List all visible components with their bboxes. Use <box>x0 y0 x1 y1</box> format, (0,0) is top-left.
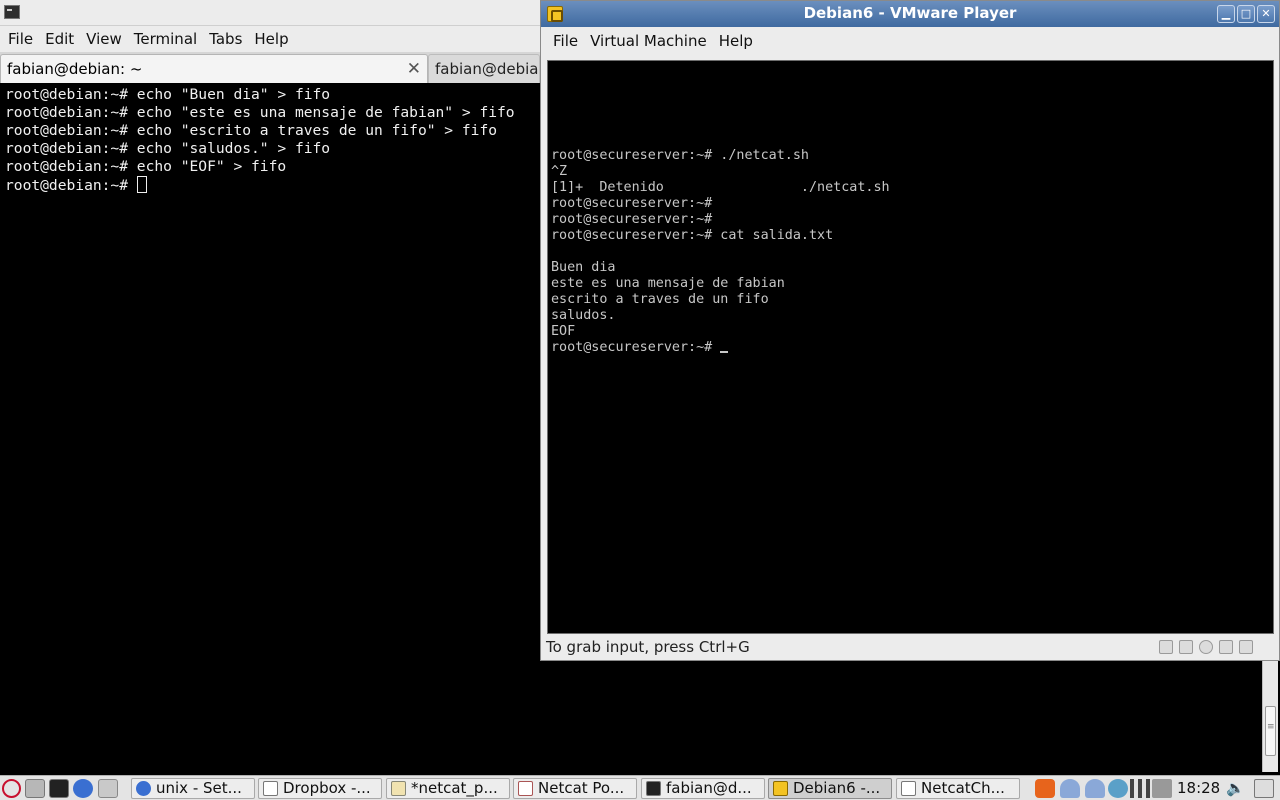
task-label: *netcat_p... <box>411 779 498 797</box>
taskbar-item-debian6[interactable]: Debian6 -... <box>768 778 892 799</box>
clock[interactable]: 18:28 <box>1177 776 1220 800</box>
user-icon[interactable] <box>1060 779 1080 798</box>
terminal-line: root@debian:~# echo "saludos." > fifo <box>5 140 331 157</box>
terminal-line: root@debian:~# echo "Buen dia" > fifo <box>5 86 331 103</box>
menu-virtual-machine[interactable]: Virtual Machine <box>584 29 713 53</box>
close-button[interactable]: ✕ <box>1257 5 1275 23</box>
console-line: root@secureserver:~# <box>551 212 713 227</box>
taskbar-item-netcat-po[interactable]: Netcat Po... <box>513 778 637 799</box>
minimize-button[interactable]: ▁ <box>1217 5 1235 23</box>
console-line: root@secureserver:~# cat salida.txt <box>551 228 834 243</box>
console-line: Buen dia <box>551 260 616 275</box>
user-icon[interactable] <box>1085 779 1105 798</box>
terminal-scrollbar[interactable] <box>1262 660 1278 772</box>
vm-console-output: root@secureserver:~# ./netcat.sh ^Z [1]+ D… <box>551 148 890 356</box>
dropbox-icon[interactable] <box>1108 779 1128 798</box>
menu-file[interactable]: File <box>547 29 584 53</box>
debian-menu-icon[interactable] <box>2 779 21 798</box>
floppy-icon[interactable] <box>1179 640 1193 654</box>
terminal-menubar: File Edit View Terminal Tabs Help <box>0 26 540 52</box>
browser-icon[interactable] <box>73 779 93 798</box>
console-prompt-line: root@secureserver:~# <box>551 340 890 356</box>
text-cursor <box>720 351 729 353</box>
task-label: unix - Set... <box>156 779 242 797</box>
menu-terminal[interactable]: Terminal <box>128 27 203 51</box>
close-icon[interactable]: ✕ <box>407 55 421 83</box>
console-line: ^Z <box>551 164 568 179</box>
taskbar-item-netcat-edit[interactable]: *netcat_p... <box>386 778 510 799</box>
terminal-prompt: root@debian:~# <box>5 177 137 194</box>
terminal-line: root@debian:~# echo "EOF" > fifo <box>5 158 287 175</box>
console-line: root@secureserver:~# ./netcat.sh <box>551 148 809 163</box>
tab-fabian-active[interactable]: fabian@debian: ~ ✕ <box>0 54 428 83</box>
task-label: fabian@d... <box>666 779 752 797</box>
vmware-icon <box>773 781 788 796</box>
grab-input-hint: To grab input, press Ctrl+G <box>546 638 750 656</box>
taskbar-item-dropbox[interactable]: Dropbox -... <box>258 778 382 799</box>
vm-console-screen[interactable]: root@secureserver:~# ./netcat.sh ^Z [1]+ D… <box>547 60 1274 634</box>
show-desktop-icon[interactable] <box>1254 779 1274 798</box>
terminal-line: root@debian:~# echo "este es una mensaje… <box>5 104 515 121</box>
terminal-icon <box>4 5 20 19</box>
taskbar: unix - Set... Dropbox -... *netcat_p... … <box>0 775 1280 800</box>
text-cursor <box>136 176 147 193</box>
browser-icon <box>136 781 151 796</box>
console-line: saludos. <box>551 308 616 323</box>
scrollbar-thumb[interactable] <box>1265 706 1276 756</box>
tray-app-icon[interactable] <box>1035 779 1055 798</box>
console-line: EOF <box>551 324 576 339</box>
task-label: Dropbox -... <box>283 779 371 797</box>
cd-rom-icon[interactable] <box>1199 640 1213 654</box>
terminal-prompt-line: root@debian:~# <box>5 176 540 195</box>
signal-strength-icon[interactable] <box>1130 779 1150 798</box>
menu-help[interactable]: Help <box>248 27 294 51</box>
menu-edit[interactable]: Edit <box>39 27 80 51</box>
terminal-icon <box>646 781 661 796</box>
taskbar-item-unix[interactable]: unix - Set... <box>131 778 255 799</box>
tab-label: fabian@debian: ~ <box>7 60 143 78</box>
console-line: ​ <box>551 244 890 260</box>
maximize-button[interactable]: □ <box>1237 5 1255 23</box>
console-prompt: root@secureserver:~# <box>551 340 721 355</box>
terminal-output[interactable]: root@debian:~# echo "Buen dia" > fifo roo… <box>0 84 540 774</box>
text-editor-icon[interactable] <box>98 779 118 798</box>
terminal-line: root@debian:~# echo "escrito a traves de… <box>5 122 498 139</box>
menu-view[interactable]: View <box>80 27 128 51</box>
menu-file[interactable]: File <box>2 27 39 51</box>
vmware-menubar: File Virtual Machine Help <box>541 27 1279 55</box>
vmware-window: Debian6 - VMware Player ▁ □ ✕ File Virtu… <box>540 0 1280 661</box>
window-title: Debian6 - VMware Player <box>803 4 1017 22</box>
console-line: root@secureserver:~# <box>551 196 713 211</box>
taskbar-item-netcatch[interactable]: NetcatCh... <box>896 778 1020 799</box>
tab-label: fabian@debian: ~ <box>435 60 539 78</box>
terminal-launcher-icon[interactable] <box>49 779 69 798</box>
network-icon[interactable] <box>1219 640 1233 654</box>
text-editor-icon <box>391 781 406 796</box>
console-line: [1]+ Detenido ./netcat.sh <box>551 180 890 195</box>
menu-tabs[interactable]: Tabs <box>203 27 248 51</box>
document-icon <box>901 781 916 796</box>
hard-disk-icon[interactable] <box>1159 640 1173 654</box>
tab-fabian-second[interactable]: fabian@debian: ~ <box>428 54 540 83</box>
battery-icon[interactable] <box>1152 779 1172 798</box>
console-line: este es una mensaje de fabian <box>551 276 785 291</box>
task-label: NetcatCh... <box>921 779 1005 797</box>
document-icon <box>518 781 533 796</box>
task-label: Debian6 -... <box>793 779 881 797</box>
vmware-statusbar: To grab input, press Ctrl+G <box>541 636 1279 660</box>
task-label: Netcat Po... <box>538 779 625 797</box>
taskbar-item-terminal[interactable]: fabian@d... <box>641 778 765 799</box>
file-manager-icon[interactable] <box>25 779 45 798</box>
volume-icon[interactable]: 🔈 <box>1226 779 1246 798</box>
menu-help[interactable]: Help <box>713 29 759 53</box>
window-icon <box>263 781 278 796</box>
terminal-tab-bar: fabian@debian: ~ ✕ fabian@debian: ~ <box>0 52 540 83</box>
console-line: escrito a traves de un fifo <box>551 292 769 307</box>
vmware-titlebar[interactable]: Debian6 - VMware Player ▁ □ ✕ <box>541 1 1279 27</box>
usb-icon[interactable] <box>1239 640 1253 654</box>
